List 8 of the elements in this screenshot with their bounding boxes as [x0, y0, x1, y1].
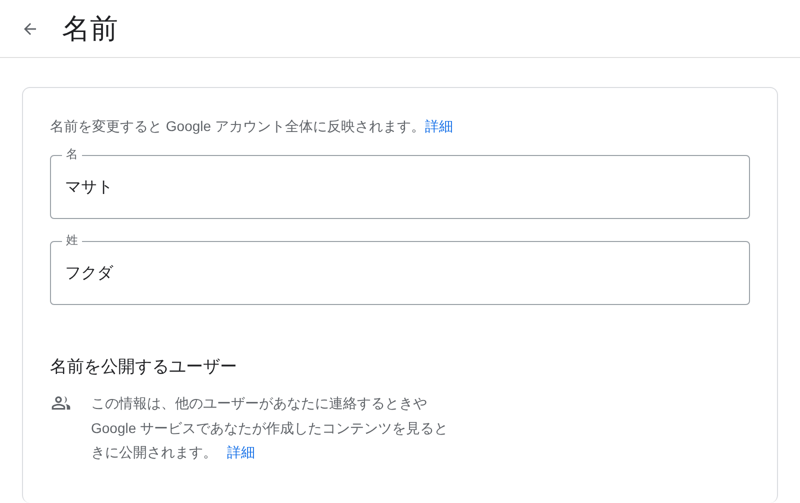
- section-title: 名前を公開するユーザー: [50, 356, 238, 378]
- details-link[interactable]: 詳細: [424, 118, 453, 134]
- field-label: 名: [62, 146, 82, 162]
- visibility-info-text: この情報は、他のユーザーがあなたに連絡するときや Google サービスであなたが作成したコンテンツを見ると きに公開されます。 詳細: [91, 394, 448, 462]
- page-title: 名前: [62, 14, 118, 42]
- field-label: 姓: [62, 232, 82, 248]
- intro-text: 名前を変更すると Google アカウント全体に反映されます。詳細: [50, 117, 454, 136]
- details-link[interactable]: 詳細: [226, 444, 255, 460]
